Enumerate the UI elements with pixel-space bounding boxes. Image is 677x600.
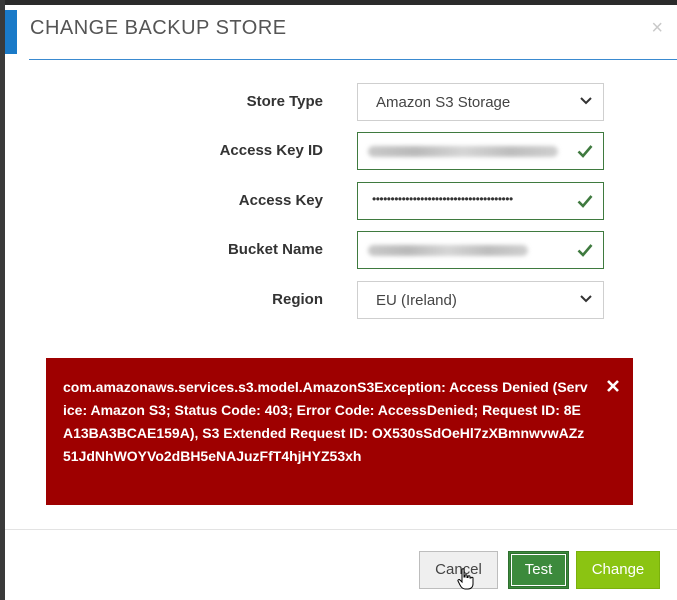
access-key-row: Access Key •••••••••••••••••••••••••••••…	[5, 182, 677, 220]
store-type-select[interactable]: Amazon S3 Storage	[357, 83, 604, 121]
change-button[interactable]: Change	[576, 551, 660, 589]
access-key-input[interactable]: ••••••••••••••••••••••••••••••••••••••	[357, 182, 604, 220]
hand-cursor-icon	[457, 568, 474, 590]
checkmark-icon	[577, 195, 593, 208]
test-button[interactable]: Test	[508, 551, 569, 589]
error-alert: com.amazonaws.services.s3.model.AmazonS3…	[46, 358, 633, 505]
access-key-id-row: Access Key ID	[5, 132, 677, 170]
redacted-value	[368, 245, 528, 256]
close-icon[interactable]: ×	[651, 18, 663, 38]
access-key-label: Access Key	[238, 192, 323, 209]
masked-password: ••••••••••••••••••••••••••••••••••••••	[372, 192, 513, 206]
checkmark-icon	[577, 244, 593, 257]
bucket-name-input[interactable]	[357, 231, 604, 269]
chevron-down-icon	[580, 97, 592, 105]
redacted-value	[368, 146, 558, 157]
access-key-id-label: Access Key ID	[219, 142, 323, 159]
bucket-name-label: Bucket Name	[227, 241, 323, 258]
error-message: com.amazonaws.services.s3.model.AmazonS3…	[63, 379, 588, 464]
region-row: Region EU (Ireland)	[5, 281, 677, 319]
change-backup-store-dialog: CHANGE BACKUP STORE × Store Type Amazon …	[5, 0, 677, 600]
checkmark-icon	[577, 145, 593, 158]
access-key-id-input[interactable]	[357, 132, 604, 170]
region-label: Region	[272, 291, 323, 308]
store-type-value: Amazon S3 Storage	[376, 94, 511, 111]
region-value: EU (Ireland)	[376, 292, 457, 309]
title-divider	[29, 59, 677, 60]
chevron-down-icon	[580, 295, 592, 303]
close-icon[interactable]	[606, 379, 620, 393]
dialog-accent-bar	[5, 10, 17, 54]
region-select[interactable]: EU (Ireland)	[357, 281, 604, 319]
store-type-label: Store Type	[246, 93, 323, 110]
store-type-row: Store Type Amazon S3 Storage	[5, 83, 677, 121]
bucket-name-row: Bucket Name	[5, 231, 677, 269]
dialog-title: CHANGE BACKUP STORE	[30, 17, 287, 39]
footer-divider	[5, 529, 677, 530]
